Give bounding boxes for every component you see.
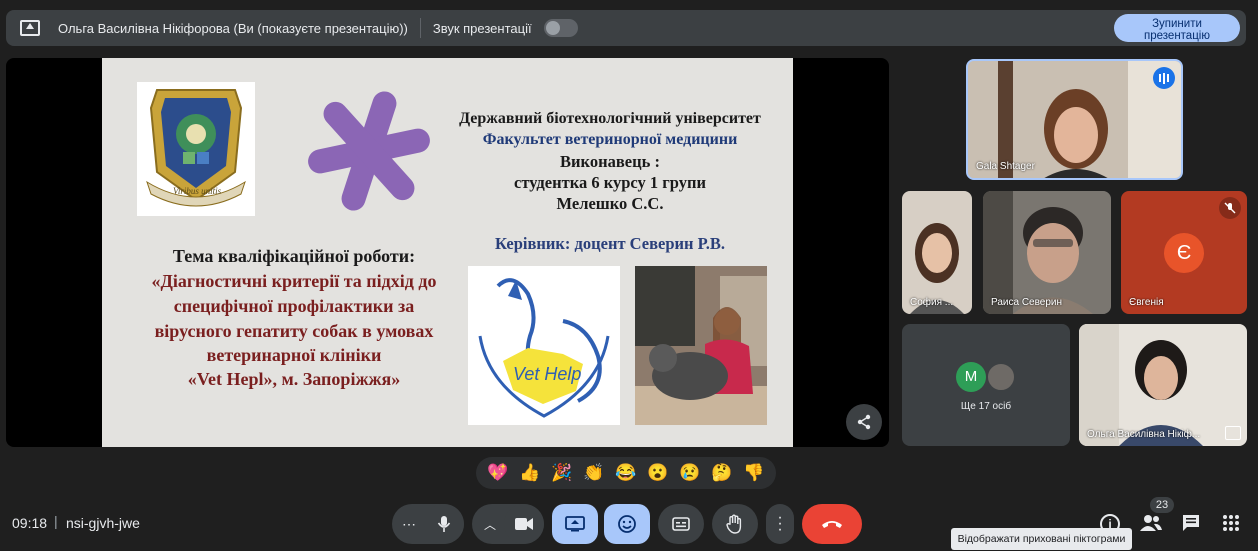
present-screen-icon bbox=[565, 516, 585, 532]
university-logo: Viribus unitis bbox=[137, 82, 255, 216]
present-screen-button[interactable] bbox=[552, 504, 598, 544]
presentation-sound-toggle[interactable] bbox=[543, 19, 578, 37]
supervisor-info: Керівник: доцент Северин Р.В. bbox=[495, 234, 725, 253]
topic-line: специфічної профілактики за bbox=[173, 296, 415, 316]
phone-hangup-icon bbox=[822, 521, 842, 528]
camera-button[interactable] bbox=[504, 504, 544, 544]
mic-off-icon bbox=[1219, 197, 1241, 219]
meeting-code: nsi-gjvh-jwe bbox=[66, 515, 140, 531]
participant-tile[interactable]: София ... bbox=[902, 191, 972, 314]
video-control-group: ︿ bbox=[472, 504, 544, 544]
apps-grid-icon bbox=[1223, 515, 1239, 531]
presentation-sound-label: Звук презентації bbox=[432, 20, 532, 36]
picture-in-picture-icon[interactable] bbox=[1225, 426, 1241, 440]
reaction-thumbs-down[interactable]: 👎 bbox=[743, 463, 764, 483]
microphone-button[interactable] bbox=[424, 504, 464, 544]
chat-icon bbox=[1183, 515, 1199, 531]
reaction-sad[interactable]: 😢 bbox=[679, 463, 700, 483]
share-icon bbox=[857, 414, 871, 430]
university-name: Державний біотехнологічний університет bbox=[459, 110, 761, 127]
microphone-icon bbox=[437, 516, 451, 532]
participant-name: Раиса Северин bbox=[991, 297, 1063, 308]
topic-heading: Тема кваліфікаційної роботи: bbox=[172, 246, 416, 266]
presentation-stage: Viribus unitis Державний біотехнологічни… bbox=[6, 58, 889, 447]
performer-label: Виконавець : bbox=[560, 152, 660, 171]
participant-video bbox=[1079, 324, 1247, 446]
captions-icon bbox=[672, 517, 690, 531]
stop-presenting-label-2: презентацію bbox=[1144, 29, 1210, 42]
participant-name: София ... bbox=[910, 297, 954, 308]
participant-tile-featured[interactable]: Gala Shtager bbox=[966, 59, 1183, 180]
people-icon bbox=[1140, 515, 1162, 531]
reaction-party[interactable]: 🎉 bbox=[551, 463, 572, 483]
vethelp-logo-text: Vet Help bbox=[513, 364, 582, 384]
topic-line: вірусного гепатиту собак в умовах bbox=[154, 321, 434, 341]
stop-presenting-button[interactable]: Зупинити презентацію bbox=[1114, 14, 1240, 42]
hand-icon bbox=[726, 514, 742, 534]
separator: | bbox=[54, 513, 58, 529]
student-photo bbox=[635, 266, 767, 425]
more-options-button[interactable]: · · · bbox=[766, 504, 794, 544]
participant-video bbox=[902, 191, 972, 314]
reactions-button[interactable] bbox=[604, 504, 650, 544]
reaction-clap[interactable]: 👏 bbox=[583, 463, 604, 483]
participant-name: Ольга Василівна Нікіф... bbox=[1087, 429, 1201, 440]
faculty-name: Факультет ветеринорної медицини bbox=[482, 131, 738, 148]
participant-name: Gala Shtager bbox=[976, 161, 1035, 172]
more-participants-tile[interactable]: M Ще 17 осіб bbox=[902, 324, 1070, 446]
student-info: студентка 6 курсу 1 групи bbox=[514, 173, 706, 192]
divider bbox=[419, 18, 421, 38]
audio-options-icon[interactable]: ⋯ bbox=[402, 516, 417, 533]
speaking-indicator-icon bbox=[1153, 67, 1175, 89]
leave-call-button[interactable] bbox=[802, 504, 862, 544]
presenter-label: Ольга Василівна Нікіфорова (Ви (показуєт… bbox=[58, 20, 408, 36]
topic-line: ветеринарної клініки bbox=[206, 345, 382, 365]
people-button[interactable] bbox=[1140, 513, 1162, 538]
logo-motto: Viribus unitis bbox=[173, 186, 222, 196]
participant-video bbox=[983, 191, 1111, 314]
vethelp-logo: Vet Help bbox=[468, 266, 620, 425]
clock: 09:18 bbox=[12, 515, 48, 531]
student-name: Мелешко С.С. bbox=[556, 194, 664, 213]
participant-tile[interactable]: Є Євгенія bbox=[1121, 191, 1247, 314]
chevron-up-icon[interactable]: ︿ bbox=[484, 516, 496, 533]
topic-line: «Діагностичні критерії та підхід до bbox=[151, 271, 437, 291]
reaction-heart[interactable]: 💖 bbox=[487, 463, 508, 483]
self-tile[interactable]: Ольга Василівна Нікіф... bbox=[1079, 324, 1247, 446]
more-vert-icon: · · · bbox=[777, 509, 783, 538]
stop-presenting-label-1: Зупинити bbox=[1152, 17, 1202, 30]
participant-tile[interactable]: Раиса Северин bbox=[983, 191, 1111, 314]
participants-count-badge: 23 bbox=[1150, 497, 1174, 513]
audio-control-group: ⋯ bbox=[392, 504, 464, 544]
avatar bbox=[986, 362, 1016, 392]
captions-button[interactable] bbox=[658, 504, 704, 544]
more-participants-label: Ще 17 осіб bbox=[960, 401, 1012, 412]
chat-button[interactable] bbox=[1181, 513, 1201, 538]
toggle-knob bbox=[545, 21, 560, 35]
tooltip: Відображати приховані піктограми bbox=[951, 528, 1132, 550]
share-slide-button[interactable] bbox=[846, 404, 882, 440]
present-screen-icon bbox=[20, 20, 40, 36]
reaction-thumbs-up[interactable]: 👍 bbox=[519, 463, 540, 483]
topic-line: «Vet Hepl», м. Запоріжжя» bbox=[187, 369, 401, 389]
raise-hand-button[interactable] bbox=[712, 504, 758, 544]
reaction-laugh[interactable]: 😂 bbox=[615, 463, 636, 483]
activities-button[interactable] bbox=[1222, 514, 1240, 537]
emoji-icon bbox=[618, 515, 636, 533]
avatar: Є bbox=[1164, 233, 1204, 273]
reaction-surprised[interactable]: 😮 bbox=[647, 463, 668, 483]
asterisk-decoration bbox=[308, 91, 430, 211]
reaction-thinking[interactable]: 🤔 bbox=[711, 463, 732, 483]
presentation-slide: Viribus unitis Державний біотехнологічни… bbox=[102, 58, 793, 447]
reactions-bar: 💖 👍 🎉 👏 😂 😮 😢 🤔 👎 bbox=[476, 457, 776, 489]
presenting-bar: Ольга Василівна Нікіфорова (Ви (показуєт… bbox=[6, 10, 1246, 46]
avatar: M bbox=[956, 362, 986, 392]
camera-icon bbox=[515, 518, 533, 530]
participant-name: Євгенія bbox=[1129, 297, 1164, 308]
